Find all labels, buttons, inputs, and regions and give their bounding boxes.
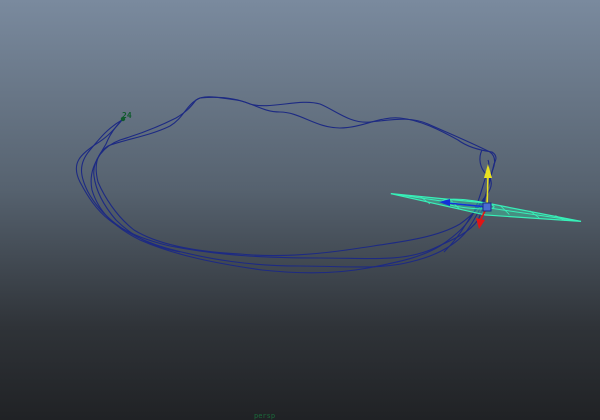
start-frame-label: 24	[122, 111, 132, 120]
motion-path-curve[interactable]	[75, 96, 497, 274]
viewport-canvas[interactable]	[0, 0, 600, 420]
3d-viewport[interactable]: 24 persp	[0, 0, 600, 420]
camera-name-label: persp	[254, 412, 276, 420]
